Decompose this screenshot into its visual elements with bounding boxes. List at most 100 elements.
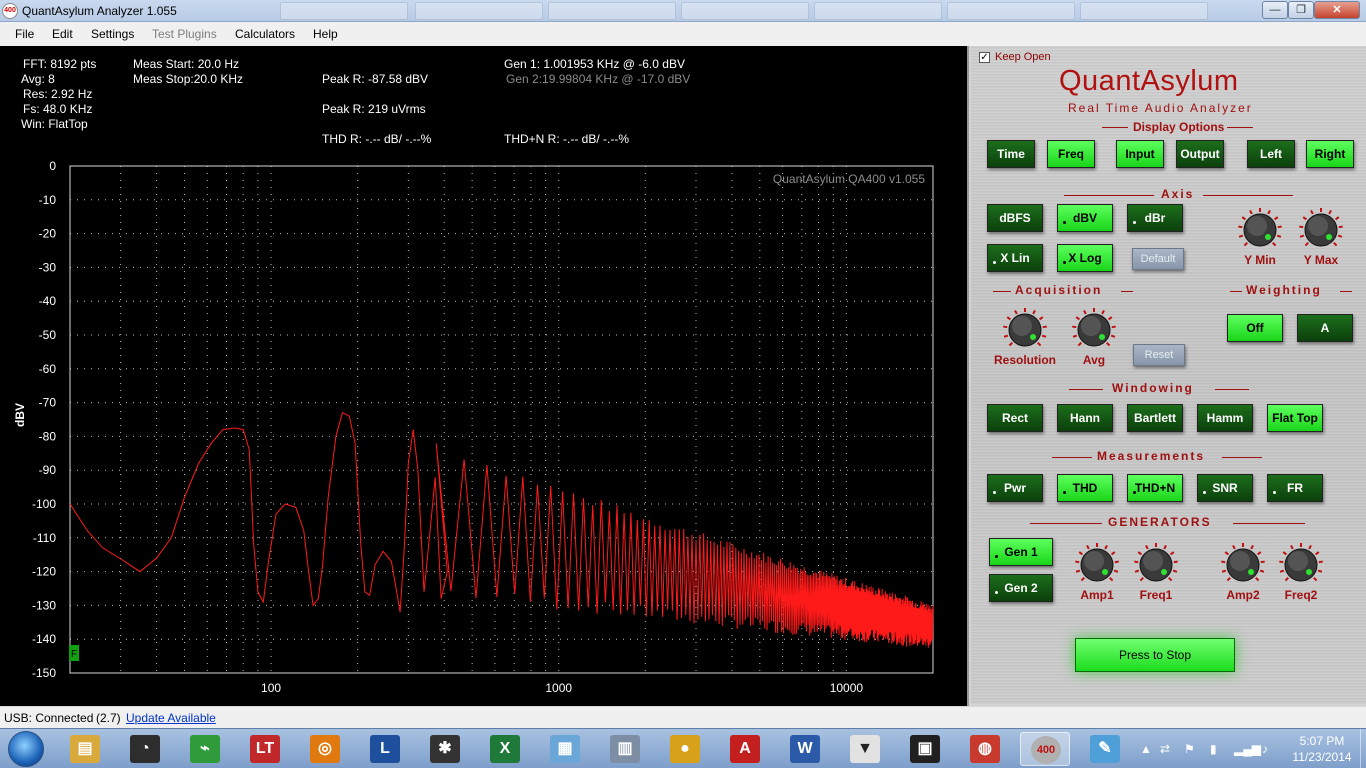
acquisition-reset-button[interactable]: Reset [1133,344,1185,366]
section-weighting: Weighting [1246,283,1322,297]
taskbar-app[interactable]: ✎ [1080,732,1130,766]
axis-dbv-button[interactable]: dBV [1057,204,1113,232]
display-right-button[interactable]: Right [1306,140,1354,168]
taskbar-app[interactable]: ▥ [600,732,650,766]
taskbar-app[interactable]: ▣ [900,732,950,766]
taskbar-app[interactable]: A [720,732,770,766]
weighting-off-button[interactable]: Off [1227,314,1283,342]
measure-pwr-button[interactable]: Pwr [987,474,1043,502]
taskbar-app[interactable]: ✱ [420,732,470,766]
button-label: dBV [1073,211,1097,225]
taskbar-app[interactable]: ▤ [60,732,110,766]
button-indicator-dot [1063,221,1066,224]
y-tick-label: -90 [39,463,57,477]
knob-tick [1318,560,1323,564]
generator-gen-2-button[interactable]: Gen 2 [989,574,1053,602]
menu-file[interactable]: File [15,27,34,41]
display-left-button[interactable]: Left [1247,140,1295,168]
taskbar-app[interactable]: 400 [1020,732,1070,766]
axis-dbfs-button[interactable]: dBFS [987,204,1043,232]
display-output-button[interactable]: Output [1176,140,1224,168]
window-hann-button[interactable]: Hann [1057,404,1113,432]
knob-tick [1104,544,1108,550]
volume-icon[interactable]: ♪ [1262,742,1268,756]
amp2-knob[interactable] [1220,542,1266,588]
measure-thd-n-button[interactable]: THD+N [1127,474,1183,502]
window-flat-top-button[interactable]: Flat Top [1267,404,1323,432]
minimize-button[interactable]: — [1262,1,1288,19]
action-center-flag-icon[interactable]: ⚑ [1184,742,1195,756]
signal-icon[interactable]: ▂▄▆ [1234,742,1261,756]
button-label: Output [1180,147,1220,161]
generator-gen-1-button[interactable]: Gen 1 [989,538,1053,566]
clock-date[interactable]: 11/23/2014 [1286,750,1358,764]
show-hidden-icons[interactable]: ▲ [1140,742,1152,756]
taskbar-app[interactable]: ⌁ [180,732,230,766]
knob-tick [1313,577,1318,582]
taskbar-app[interactable]: ◎ [300,732,350,766]
weighting-a-button[interactable]: A [1297,314,1353,342]
knob-tick [1221,569,1227,573]
update-available-link[interactable]: Update Available [126,711,216,725]
taskbar-app[interactable]: ▦ [540,732,590,766]
show-desktop-button[interactable] [1360,729,1366,768]
menu-help[interactable]: Help [313,27,338,41]
y-tick-label: -120 [32,565,56,579]
axis-dbr-button[interactable]: dBr [1127,204,1183,232]
menu-calculators[interactable]: Calculators [235,27,295,41]
taskbar-app[interactable]: ◍ [960,732,1010,766]
y-max-knob[interactable] [1298,207,1344,253]
menu-edit[interactable]: Edit [52,27,73,41]
resolution-knob[interactable] [1002,307,1048,353]
axis-default-button[interactable]: Default [1132,248,1184,270]
taskbar-app[interactable]: L [360,732,410,766]
display-freq-button[interactable]: Freq [1047,140,1095,168]
freq1-knob[interactable] [1133,542,1179,588]
battery-icon[interactable]: ▮ [1210,742,1217,756]
axis-x-log-button[interactable]: X Log [1057,244,1113,272]
maximize-button[interactable]: ❐ [1288,1,1314,19]
close-button[interactable]: ✕ [1314,1,1360,19]
spectrum-chart: 0 -10 -20 -30 -40 -50 -60 -70 -80 -90 -100 -110 -120… [13,159,934,695]
button-label: Hamm [1206,411,1244,425]
freq2-knob[interactable] [1278,542,1324,588]
start-button[interactable] [8,731,44,767]
knob-highlight [1247,216,1267,236]
taskbar-app[interactable]: ▼ [840,732,890,766]
avg-knob[interactable] [1071,307,1117,353]
measure-thd-button[interactable]: THD [1057,474,1113,502]
network-share-icon[interactable]: ⇄ [1160,742,1170,756]
press-to-stop-button[interactable]: Press to Stop [1075,638,1235,672]
taskbar-app[interactable]: X [480,732,530,766]
measure-snr-button[interactable]: SNR [1197,474,1253,502]
taskbar-app[interactable]: LT [240,732,290,766]
background-window-tab [415,2,543,20]
audacity-icon: ◎ [310,735,340,763]
window-hamm-button[interactable]: Hamm [1197,404,1253,432]
axis-x-lin-button[interactable]: X Lin [987,244,1043,272]
app-icon[interactable]: 400 [2,3,18,19]
menu-test-plugins[interactable]: Test Plugins [152,27,217,41]
display-input-button[interactable]: Input [1116,140,1164,168]
spectrum-plot-area[interactable]: FFT: 8192 pts Avg: 8 Res: 2.92 Hz Fs: 48… [0,46,967,706]
window-bartlett-button[interactable]: Bartlett [1127,404,1183,432]
section-rule [1064,195,1154,196]
taskbar-app[interactable]: ● [660,732,710,766]
button-label: SNR [1212,481,1238,495]
button-indicator-dot [1063,261,1066,264]
clock-time[interactable]: 5:07 PM [1292,734,1352,748]
amp1-knob[interactable] [1074,542,1120,588]
y-min-knob[interactable] [1237,207,1283,253]
taskbar-app[interactable]: ◔ [120,732,170,766]
display-time-button[interactable]: Time [987,140,1035,168]
button-label: X Log [1068,251,1102,265]
ltspice-icon: LT [250,735,280,763]
menu-settings[interactable]: Settings [91,27,134,41]
window-rect-button[interactable]: Rect [987,404,1043,432]
keep-open-checkbox[interactable]: ✓ [979,52,990,63]
measure-fr-button[interactable]: FR [1267,474,1323,502]
knob-tick [1260,560,1265,564]
window-title: QuantAsylum Analyzer 1.055 [22,4,177,18]
section-rule [1340,291,1352,292]
taskbar-app[interactable]: W [780,732,830,766]
